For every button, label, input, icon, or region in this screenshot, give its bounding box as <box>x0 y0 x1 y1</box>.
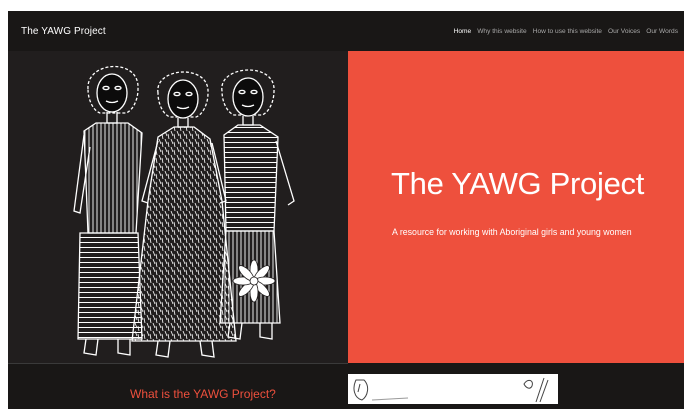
flower-icon <box>232 259 276 303</box>
nav-home[interactable]: Home <box>454 28 472 35</box>
hero-subtitle: A resource for working with Aboriginal g… <box>392 226 632 237</box>
hero-artwork <box>8 51 348 364</box>
site-brand[interactable]: The YAWG Project <box>21 26 106 37</box>
section-thumbnail-image <box>348 374 558 404</box>
hero-title: The YAWG Project <box>391 166 645 201</box>
section-heading: What is the YAWG Project? <box>130 387 276 401</box>
page-frame: The YAWG Project Home Why this website H… <box>8 11 684 409</box>
hero-panel: The YAWG Project A resource for working … <box>348 51 684 363</box>
main-nav: Home Why this website How to use this we… <box>454 28 678 35</box>
nav-our-voices[interactable]: Our Voices <box>608 28 640 35</box>
nav-why-this-website[interactable]: Why this website <box>477 28 526 35</box>
sketch-illustration <box>353 377 549 403</box>
nav-our-words[interactable]: Our Words <box>646 28 678 35</box>
site-header: The YAWG Project Home Why this website H… <box>8 11 684 51</box>
nav-how-to-use[interactable]: How to use this website <box>533 28 602 35</box>
three-women-artwork <box>73 65 295 358</box>
